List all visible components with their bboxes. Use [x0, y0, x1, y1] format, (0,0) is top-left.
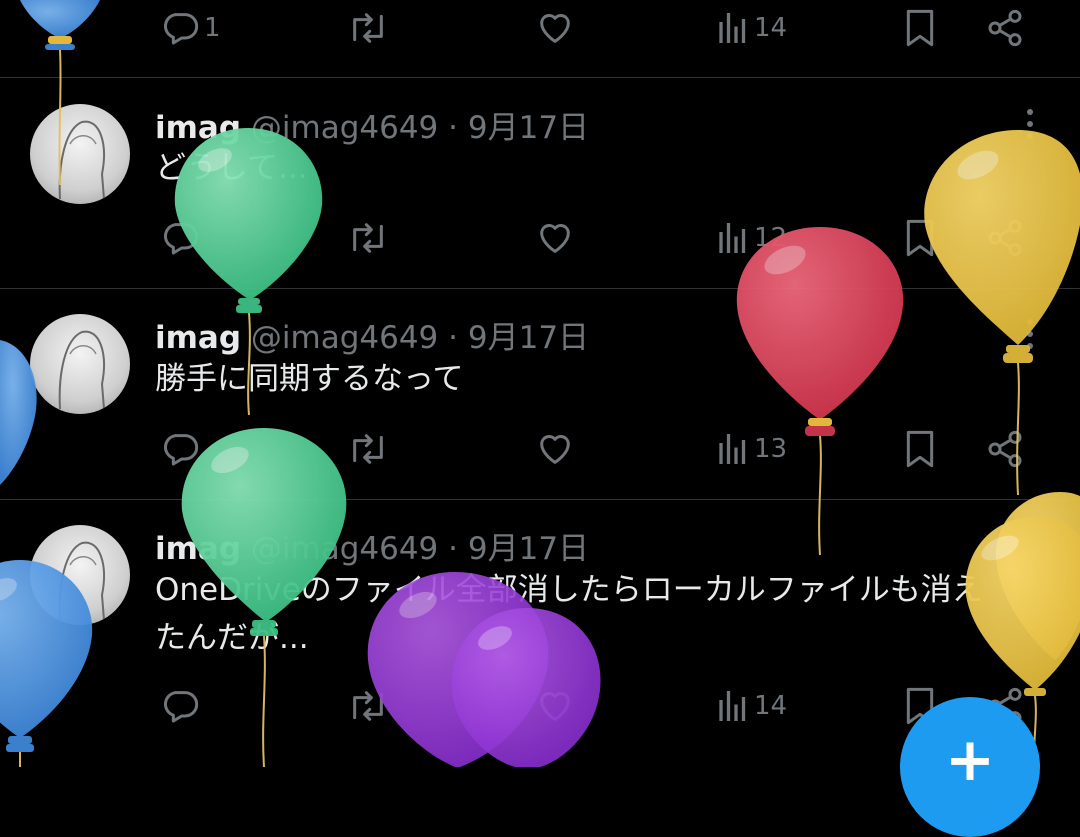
reply-icon	[163, 223, 199, 255]
user-handle[interactable]: @imag4649	[251, 320, 438, 356]
avatar[interactable]	[30, 314, 130, 414]
like-icon	[540, 14, 570, 43]
share-icon	[988, 430, 1022, 468]
bookmark-icon	[906, 430, 934, 468]
views-count: 14	[754, 691, 788, 721]
more-icon	[1027, 319, 1033, 349]
tweet-actions: 13	[0, 419, 1080, 479]
separator-dot: ·	[448, 110, 459, 146]
bookmark-icon	[906, 219, 934, 257]
like-button[interactable]	[534, 0, 576, 58]
bookmark-button[interactable]	[903, 0, 937, 58]
retweet-button[interactable]	[346, 419, 390, 479]
tweet-date[interactable]: 9月17日	[468, 320, 589, 356]
separator-dot: ·	[448, 531, 459, 567]
tweet[interactable]: imag @imag4649 · 9月17日 どうして... 12	[0, 78, 1080, 289]
share-button[interactable]	[985, 419, 1025, 479]
user-name[interactable]: imag	[155, 110, 241, 146]
avatar[interactable]	[30, 104, 130, 204]
views-button[interactable]: 14	[716, 676, 787, 736]
views-icon	[719, 691, 746, 721]
views-icon	[719, 13, 746, 43]
timeline-feed: 1 14 imag @imag4649 · 9月17日 どうして... 12 i…	[0, 0, 1080, 767]
tweet-header: imag @imag4649 · 9月17日	[155, 102, 589, 147]
tweet-actions: 1 14	[0, 0, 1080, 58]
retweet-button[interactable]	[346, 676, 390, 736]
reply-button[interactable]	[160, 419, 204, 479]
user-name[interactable]: imag	[155, 320, 241, 356]
tweet-header: imag @imag4649 · 9月17日	[155, 523, 589, 568]
reply-button[interactable]	[160, 208, 204, 268]
share-button[interactable]	[985, 208, 1025, 268]
views-count: 14	[754, 13, 788, 43]
retweet-button[interactable]	[346, 208, 390, 268]
retweet-icon	[353, 13, 383, 43]
bookmark-icon	[906, 9, 934, 47]
avatar[interactable]	[30, 525, 130, 625]
user-handle[interactable]: @imag4649	[251, 531, 438, 567]
separator-dot: ·	[448, 320, 459, 356]
views-button[interactable]: 14	[716, 0, 787, 58]
views-icon	[719, 434, 746, 464]
reply-icon	[163, 691, 199, 723]
user-name[interactable]: imag	[155, 531, 241, 567]
retweet-icon	[353, 434, 383, 464]
like-button[interactable]	[534, 676, 576, 736]
views-button[interactable]: 12	[716, 208, 787, 268]
tweet[interactable]: imag @imag4649 · 9月17日 勝手に同期するなって 13	[0, 289, 1080, 500]
user-handle[interactable]: @imag4649	[251, 110, 438, 146]
retweet-icon	[353, 691, 383, 721]
tweet-date[interactable]: 9月17日	[468, 110, 589, 146]
like-button[interactable]	[534, 208, 576, 268]
compose-button[interactable]: +	[900, 697, 1040, 837]
like-icon	[540, 435, 570, 464]
reply-icon	[163, 13, 199, 45]
plus-icon: +	[944, 725, 996, 795]
tweet-actions: 12	[0, 208, 1080, 268]
tweet-date[interactable]: 9月17日	[468, 531, 589, 567]
tweet-text: 勝手に同期するなって	[155, 361, 464, 397]
like-button[interactable]	[534, 419, 576, 479]
tweet-text-line: OneDriveのファイル全部消したらローカルファイルも消え	[155, 572, 983, 608]
reply-button[interactable]	[160, 676, 204, 736]
retweet-icon	[353, 223, 383, 253]
share-icon	[988, 219, 1022, 257]
views-count: 12	[754, 223, 788, 253]
share-button[interactable]	[985, 0, 1025, 58]
like-icon	[540, 224, 570, 253]
tweet-text: どうして...	[155, 150, 308, 186]
tweet-text-line: たんだが...	[155, 620, 309, 656]
tweet-header: imag @imag4649 · 9月17日	[155, 312, 589, 357]
reply-button[interactable]: 1	[160, 0, 221, 58]
reply-count: 1	[204, 13, 221, 43]
more-icon	[1027, 109, 1033, 139]
more-button[interactable]	[1018, 314, 1042, 354]
share-icon	[988, 9, 1022, 47]
views-button[interactable]: 13	[716, 419, 787, 479]
bookmark-button[interactable]	[903, 419, 937, 479]
bookmark-button[interactable]	[903, 208, 937, 268]
retweet-button[interactable]	[346, 0, 390, 58]
views-count: 13	[754, 434, 788, 464]
like-icon	[540, 692, 570, 721]
more-button[interactable]	[1018, 104, 1042, 144]
views-icon	[719, 223, 746, 253]
reply-icon	[163, 434, 199, 466]
